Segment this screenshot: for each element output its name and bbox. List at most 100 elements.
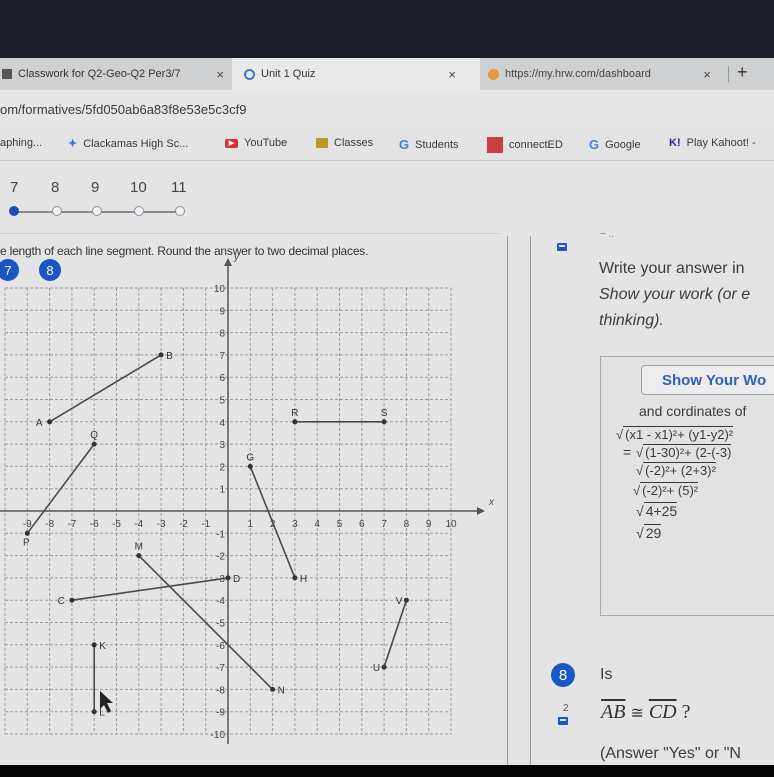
address-bar[interactable]: om/formatives/5fd050ab6a83f8e53e5c3cf9 xyxy=(0,90,774,128)
x-tick-label: -2 xyxy=(179,519,188,530)
point-label: V xyxy=(396,596,403,607)
segment-point xyxy=(47,419,53,425)
classroom-icon xyxy=(316,138,328,148)
work-text: and cordinates of xyxy=(639,403,747,419)
x-tick-label: 5 xyxy=(337,519,343,530)
check-circle-icon xyxy=(244,68,255,80)
new-tab-button[interactable]: + xyxy=(737,62,748,83)
point-label: U xyxy=(373,663,380,674)
question-mark: ? xyxy=(681,701,691,723)
tab-divider xyxy=(728,66,729,82)
classroom-icon xyxy=(2,69,12,79)
point-label: P xyxy=(23,537,30,548)
y-tick-label: 7 xyxy=(219,351,225,362)
handwriting-line: √ (1-30)²+ (2-(-3) xyxy=(636,444,732,460)
x-tick-label: 1 xyxy=(248,519,254,530)
point-label: K xyxy=(99,641,106,652)
show-your-work-button[interactable]: Show Your Wo xyxy=(641,365,774,395)
bezel-top xyxy=(0,0,774,58)
bookmark-label: YouTube xyxy=(244,137,288,149)
bookmark-youtube[interactable]: ▶ YouTube xyxy=(225,137,287,149)
bookmark-google[interactable]: G Google xyxy=(589,137,641,152)
x-tick-label: 10 xyxy=(445,519,457,530)
y-tick-label: 10 xyxy=(214,284,226,295)
close-tab-icon[interactable]: × xyxy=(703,67,711,82)
coordinate-graph: x y -9 -8 -7 -6 -5 -4 -3 -2 -1 1 2 3 4 5 6 7 8 9 10 10 9 8 7 6 5 4 3… xyxy=(0,252,495,744)
point-label: M xyxy=(135,542,143,553)
y-tick-label: -2 xyxy=(216,552,225,563)
work-area[interactable]: Show Your Wo and cordinates of √ (x1 - x1… xyxy=(600,356,774,616)
segment-point xyxy=(381,664,387,670)
bookmark-graphing[interactable]: aphing... xyxy=(0,137,42,149)
tab-hrw[interactable]: https://my.hrw.com/dashboard × xyxy=(480,58,725,90)
bookmarks-bar: aphing... ✦ Clackamas High Sc... ▶ YouTube… xyxy=(0,128,774,161)
x-tick-label: 4 xyxy=(314,519,320,530)
bookmark-label: Play Kahoot! - xyxy=(686,137,756,149)
y-tick-label: 9 xyxy=(219,306,225,317)
y-tick-label: -6 xyxy=(216,641,225,652)
bezel-bottom xyxy=(0,765,774,777)
x-tick-label: 7 xyxy=(381,519,387,530)
close-tab-icon[interactable]: × xyxy=(216,67,224,82)
comment-icon[interactable] xyxy=(557,243,567,251)
quiz-page: 7 8 9 10 11 e length of each line segmen… xyxy=(0,161,774,766)
bookmark-clackamas[interactable]: ✦ Clackamas High Sc... xyxy=(68,137,188,151)
segment-point xyxy=(69,597,75,603)
prompt-line: Show your work (or e xyxy=(599,286,751,303)
segment-point xyxy=(247,463,253,469)
tab-classwork[interactable]: Classwork for Q2-Geo-Q2 Per3/7 × xyxy=(0,58,232,90)
comment-count: 2 xyxy=(563,703,569,714)
panel-divider[interactable] xyxy=(507,236,508,766)
tab-unit-1-quiz[interactable]: Unit 1 Quiz × xyxy=(232,58,480,90)
segment-ab: AB xyxy=(601,701,626,723)
segment-point xyxy=(24,530,30,536)
segment-point xyxy=(91,642,97,648)
y-tick-label: -4 xyxy=(216,596,225,607)
orange-dot-icon xyxy=(488,68,499,80)
segment-cd: CD xyxy=(648,701,677,723)
prompt-line: Write your answer in xyxy=(599,260,745,277)
point-label: L xyxy=(99,708,105,719)
x-axis-label: x xyxy=(488,497,495,508)
y-tick-label: -5 xyxy=(216,619,225,630)
y-tick-label: -1 xyxy=(216,529,225,540)
handwriting-line: √ (-2)²+ (5)² xyxy=(633,482,699,498)
handwriting-line: √ (x1 - x1)²+ (y1-y2)² xyxy=(616,426,734,442)
y-tick-label: 3 xyxy=(219,440,225,451)
handwriting-line: √ 4+25 xyxy=(636,502,678,519)
youtube-icon: ▶ xyxy=(225,138,238,148)
panel-divider[interactable] xyxy=(530,236,531,766)
point-label: A xyxy=(36,418,43,429)
cut-text: ~ .. xyxy=(600,229,615,240)
handwriting-line: √ 29 xyxy=(636,524,662,541)
bookmark-students[interactable]: G Students xyxy=(399,137,459,152)
comment-icon[interactable] xyxy=(558,717,568,725)
segment-point xyxy=(91,441,97,447)
y-tick-label: 2 xyxy=(219,462,225,473)
kahoot-icon: K! xyxy=(669,137,681,149)
y-tick-label: -10 xyxy=(211,730,226,741)
y-axis-label: y xyxy=(233,252,240,263)
bookmark-label: connectED xyxy=(509,139,563,151)
x-tick-label: -1 xyxy=(201,519,210,530)
question-badge[interactable]: 8 xyxy=(551,663,575,687)
x-tick-label: -4 xyxy=(134,519,143,530)
bookmark-kahoot[interactable]: K! Play Kahoot! - xyxy=(669,137,756,149)
y-tick-label: -9 xyxy=(216,708,225,719)
url-text[interactable]: om/formatives/5fd050ab6a83f8e53e5c3cf9 xyxy=(0,102,246,117)
bookmark-classes[interactable]: Classes xyxy=(316,137,373,149)
bookmark-label: aphing... xyxy=(0,137,43,149)
x-tick-label: -7 xyxy=(67,519,76,530)
bookmark-connected[interactable]: connectED xyxy=(487,137,563,153)
segment-point xyxy=(225,575,231,581)
segment-point xyxy=(292,575,298,581)
segment-point xyxy=(270,686,276,692)
line-segment xyxy=(71,577,229,601)
x-tick-label: 6 xyxy=(359,519,365,530)
question-text: Is xyxy=(600,666,613,683)
y-tick-label: 8 xyxy=(219,329,225,340)
y-tick-label: -7 xyxy=(216,663,225,674)
x-tick-label: -8 xyxy=(45,519,54,530)
tab-bar: Classwork for Q2-Geo-Q2 Per3/7 × Unit 1 … xyxy=(0,58,774,90)
close-tab-icon[interactable]: × xyxy=(448,67,456,82)
